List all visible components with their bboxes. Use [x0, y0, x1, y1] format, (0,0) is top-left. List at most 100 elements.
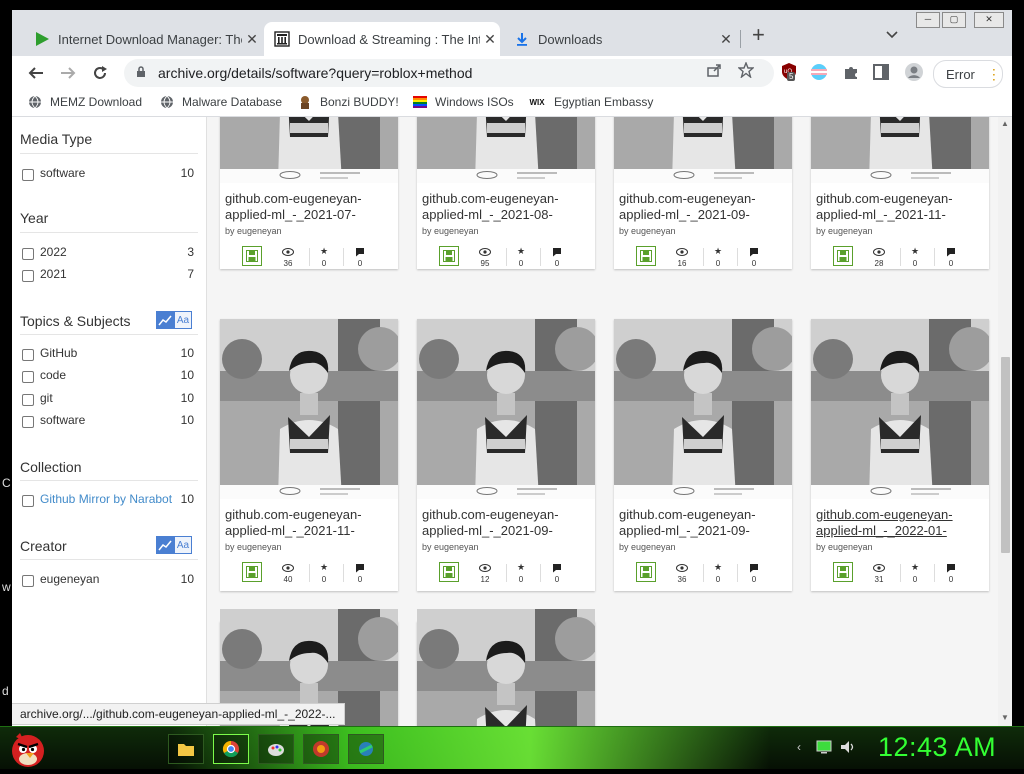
bookmark-malware-database[interactable]: Malware Database — [160, 95, 282, 109]
result-thumbnail[interactable] — [417, 319, 595, 499]
result-card[interactable] — [417, 609, 595, 726]
result-thumbnail[interactable] — [614, 319, 792, 499]
facet-option-link[interactable]: Github Mirror by Narabot — [40, 492, 172, 506]
alpha-view-button[interactable]: Aa — [174, 311, 192, 329]
tray-display-icon[interactable] — [816, 739, 832, 755]
facet-option[interactable]: Github Mirror by Narabot 10 — [20, 492, 194, 508]
facet-option[interactable]: eugeneyan 10 — [20, 572, 194, 588]
result-card[interactable]: github.com-eugeneyan-applied-ml_-_2021-1… — [811, 117, 989, 269]
facet-option[interactable]: code 10 — [20, 368, 194, 384]
result-thumbnail[interactable] — [220, 319, 398, 499]
facet-checkbox[interactable] — [22, 394, 34, 406]
facet-option[interactable]: software 10 — [20, 166, 194, 182]
result-thumbnail[interactable] — [417, 117, 595, 183]
facet-checkbox[interactable] — [22, 270, 34, 282]
alpha-view-button[interactable]: Aa — [174, 536, 192, 554]
bookmark-memz[interactable]: MEMZ Download — [28, 95, 142, 109]
ublock-icon[interactable]: uO 5 — [780, 62, 798, 82]
bookmark-star-icon[interactable] — [737, 61, 755, 82]
chart-view-icon[interactable] — [156, 536, 174, 554]
download-floppy-icon[interactable] — [833, 562, 853, 582]
facet-option[interactable]: git 10 — [20, 391, 194, 407]
result-card[interactable]: github.com-eugeneyan-applied-ml_-_2022-0… — [811, 319, 989, 591]
flag-extension-icon[interactable] — [810, 63, 828, 86]
extensions-puzzle-icon[interactable] — [842, 63, 860, 86]
facet-checkbox[interactable] — [22, 349, 34, 361]
scroll-up-arrow[interactable]: ▲ — [1001, 119, 1009, 128]
download-floppy-icon[interactable] — [242, 562, 262, 582]
eye-icon — [271, 562, 305, 573]
result-title-link[interactable]: github.com-eugeneyan-applied-ml_-_2021-0… — [422, 507, 592, 539]
download-floppy-icon[interactable] — [833, 246, 853, 266]
side-panel-icon[interactable] — [872, 63, 890, 86]
maximize-button[interactable]: ▢ — [942, 12, 966, 28]
tray-volume-icon[interactable] — [840, 739, 856, 755]
result-title-link[interactable]: github.com-eugeneyan-applied-ml_-_2021-1… — [225, 507, 395, 539]
taskbar-network-app[interactable] — [348, 734, 384, 764]
facet-checkbox[interactable] — [22, 416, 34, 428]
facet-option[interactable]: 2021 7 — [20, 267, 194, 283]
result-thumbnail[interactable] — [220, 117, 398, 183]
facet-checkbox[interactable] — [22, 495, 34, 507]
tab-downloads[interactable]: Downloads ✕ — [504, 22, 736, 56]
result-title-link[interactable]: github.com-eugeneyan-applied-ml_-_2022-0… — [816, 507, 986, 539]
back-button[interactable] — [24, 61, 48, 85]
start-button-angry-bird-icon[interactable] — [6, 727, 50, 774]
new-tab-button[interactable]: + — [752, 24, 765, 46]
facet-checkbox[interactable] — [22, 169, 34, 181]
result-thumbnail[interactable] — [417, 609, 595, 726]
result-title-link[interactable]: github.com-eugeneyan-applied-ml_-_2021-0… — [619, 191, 789, 223]
result-card[interactable]: github.com-eugeneyan-applied-ml_-_2021-0… — [614, 117, 792, 269]
forward-button[interactable] — [56, 61, 80, 85]
download-floppy-icon[interactable] — [636, 246, 656, 266]
taskbar-chrome[interactable] — [213, 734, 249, 764]
tab-close-button[interactable]: ✕ — [716, 31, 736, 48]
result-title-link[interactable]: github.com-eugeneyan-applied-ml_-_2021-0… — [422, 191, 592, 223]
tab-idm[interactable]: Internet Download Manager: The ✕ — [20, 22, 262, 56]
tab-search-button[interactable] — [886, 28, 898, 42]
facet-checkbox[interactable] — [22, 575, 34, 587]
tab-title: Internet Download Manager: The — [58, 31, 242, 47]
facet-option[interactable]: GitHub 10 — [20, 346, 194, 362]
download-floppy-icon[interactable] — [439, 562, 459, 582]
scroll-down-arrow[interactable]: ▼ — [1001, 713, 1009, 722]
tab-close-button[interactable]: ✕ — [480, 31, 500, 48]
taskbar-file-explorer[interactable] — [168, 734, 204, 764]
result-card[interactable]: github.com-eugeneyan-applied-ml_-_2021-0… — [220, 117, 398, 269]
profile-avatar-icon[interactable] — [904, 62, 924, 87]
scrollbar-thumb[interactable] — [1001, 357, 1010, 553]
result-thumbnail[interactable] — [614, 117, 792, 183]
address-bar[interactable]: archive.org/details/software?query=roblo… — [124, 59, 774, 87]
facet-option[interactable]: software 10 — [20, 413, 194, 429]
taskbar-paint[interactable] — [258, 734, 294, 764]
result-thumbnail[interactable] — [811, 117, 989, 183]
result-card[interactable]: github.com-eugeneyan-applied-ml_-_2021-0… — [417, 319, 595, 591]
result-title-link[interactable]: github.com-eugeneyan-applied-ml_-_2021-0… — [619, 507, 789, 539]
bookmark-bonzi-buddy[interactable]: Bonzi BUDDY! — [298, 95, 399, 109]
taskbar-app[interactable] — [303, 734, 339, 764]
bookmark-egyptian-embassy[interactable]: WIX Egyptian Embassy — [528, 95, 653, 109]
result-title-link[interactable]: github.com-eugeneyan-applied-ml_-_2021-1… — [816, 191, 986, 223]
result-thumbnail[interactable] — [811, 319, 989, 499]
download-floppy-icon[interactable] — [439, 246, 459, 266]
download-floppy-icon[interactable] — [242, 246, 262, 266]
reload-button[interactable] — [88, 61, 112, 85]
facet-checkbox[interactable] — [22, 371, 34, 383]
tray-chevron-icon[interactable]: ‹ — [791, 739, 807, 755]
tab-close-button[interactable]: ✕ — [242, 31, 262, 48]
close-window-button[interactable]: ✕ — [974, 12, 1004, 28]
download-floppy-icon[interactable] — [636, 562, 656, 582]
share-icon[interactable] — [706, 62, 722, 82]
facet-option[interactable]: 2022 3 — [20, 245, 194, 261]
result-title-link[interactable]: github.com-eugeneyan-applied-ml_-_2021-0… — [225, 191, 395, 223]
result-card[interactable]: github.com-eugeneyan-applied-ml_-_2021-1… — [220, 319, 398, 591]
chart-view-icon[interactable] — [156, 311, 174, 329]
bookmark-windows-isos[interactable]: Windows ISOs — [413, 95, 514, 109]
result-stats: 16 ★ 0 0 — [614, 246, 792, 268]
minimize-button[interactable]: ─ — [916, 12, 940, 28]
facet-checkbox[interactable] — [22, 248, 34, 260]
tab-archive[interactable]: Download & Streaming : The Inte ✕ — [264, 22, 500, 56]
profile-error-button[interactable]: Error ⋮ — [933, 60, 1003, 88]
result-card[interactable]: github.com-eugeneyan-applied-ml_-_2021-0… — [417, 117, 595, 269]
result-card[interactable]: github.com-eugeneyan-applied-ml_-_2021-0… — [614, 319, 792, 591]
